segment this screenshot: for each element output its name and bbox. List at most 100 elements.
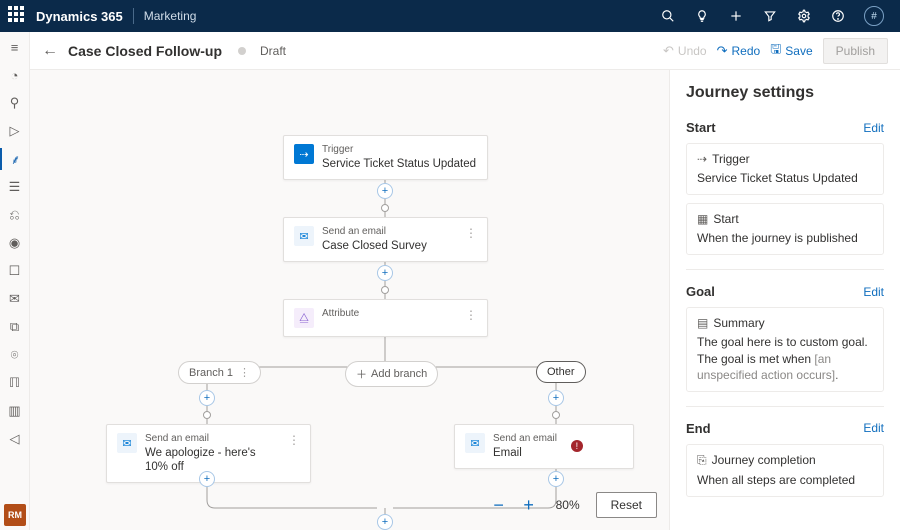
email-icon: ✉ (294, 226, 314, 246)
tile-name: Email (493, 446, 557, 460)
add-step-button[interactable]: + (199, 390, 215, 406)
product-brand: Dynamics 365 (36, 9, 123, 24)
zoom-out-button[interactable]: − (488, 494, 510, 516)
app-launcher-icon[interactable] (8, 6, 28, 26)
left-nav-rail: ≡ ◔ ⚲ ▷ ⸙ ☰ ⎌ ◉ ☐ ✉ ⧉ ⌾ ℿ ▥ ◁ RM (0, 32, 30, 530)
nav-flow-icon[interactable]: ⎌ (4, 204, 26, 226)
card-end[interactable]: ⎘Journey completion When all steps are c… (686, 444, 884, 497)
zoom-controls: − + 80% Reset (488, 492, 657, 518)
nav-hamburger-icon[interactable]: ≡ (4, 36, 26, 58)
idea-icon[interactable] (694, 8, 710, 24)
tile-caption: Send an email (145, 433, 274, 446)
nav-recent-icon[interactable]: ◔ (4, 64, 26, 86)
undo-button[interactable]: ↶Undo (663, 43, 707, 59)
zoom-percent: 80% (548, 498, 588, 512)
branch-label-text: Branch 1 (189, 367, 233, 379)
back-button[interactable]: ← (42, 42, 58, 60)
section-start-header: Start Edit (686, 120, 884, 135)
add-step-button[interactable]: + (377, 514, 393, 530)
terminal-node (552, 411, 560, 419)
nav-collapse-icon[interactable]: ◁ (4, 428, 26, 450)
add-step-button[interactable]: + (377, 183, 393, 199)
trigger-icon: ⇢ (697, 152, 707, 166)
panel-heading: Journey settings (686, 84, 884, 102)
nav-device-icon[interactable]: ⧉ (4, 316, 26, 338)
card-trigger[interactable]: ⇢Trigger Service Ticket Status Updated (686, 143, 884, 195)
edit-goal-link[interactable]: Edit (863, 285, 884, 299)
undo-icon: ↶ (663, 43, 674, 59)
tile-caption: Send an email (493, 433, 557, 446)
tile-menu-icon[interactable]: ⋮ (282, 433, 300, 447)
nav-mail-icon[interactable]: ✉ (4, 288, 26, 310)
filter-icon[interactable] (762, 8, 778, 24)
persona-badge[interactable]: RM (4, 504, 26, 526)
section-end-header: End Edit (686, 421, 884, 436)
edit-start-link[interactable]: Edit (863, 121, 884, 135)
redo-button[interactable]: ↷Redo (717, 43, 761, 59)
terminal-node (381, 286, 389, 294)
journey-canvas[interactable]: ⇢ Trigger Service Ticket Status Updated … (30, 70, 670, 530)
email-icon: ✉ (465, 433, 485, 453)
help-icon[interactable] (830, 8, 846, 24)
panel-divider (686, 269, 884, 270)
tile-caption: Send an email (322, 226, 427, 239)
terminal-node (381, 204, 389, 212)
attribute-icon: ⧋ (294, 308, 314, 328)
branch-label-pill[interactable]: Branch 1 ⋮ (178, 361, 261, 384)
card-goal-summary[interactable]: ▤Summary The goal here is to custom goal… (686, 307, 884, 392)
plus-icon: ＋ (356, 366, 367, 382)
tile-name: Case Closed Survey (322, 239, 427, 253)
zoom-in-button[interactable]: + (518, 494, 540, 516)
branch-other-pill[interactable]: Other (536, 361, 586, 383)
add-branch-button[interactable]: ＋ Add branch (345, 361, 438, 387)
tile-caption: Attribute (322, 308, 359, 321)
add-step-button[interactable]: + (548, 471, 564, 487)
card-start[interactable]: ▦Start When the journey is published (686, 203, 884, 255)
tile-email-survey[interactable]: ✉ Send an email Case Closed Survey ⋮ (283, 217, 488, 262)
section-title: End (686, 421, 711, 436)
journey-settings-panel: Journey settings Start Edit ⇢Trigger Ser… (670, 70, 900, 530)
search-icon[interactable] (660, 8, 676, 24)
section-title: Start (686, 120, 716, 135)
publish-button[interactable]: Publish (823, 38, 888, 64)
status-dot-icon (238, 47, 246, 55)
error-badge-icon[interactable]: ! (571, 440, 583, 452)
nav-library-icon[interactable]: ℿ (4, 372, 26, 394)
add-step-button[interactable]: + (199, 471, 215, 487)
nav-pin-icon[interactable]: ⚲ (4, 92, 26, 114)
zoom-reset-button[interactable]: Reset (596, 492, 657, 518)
nav-play-icon[interactable]: ▷ (4, 120, 26, 142)
app-name: Marketing (144, 9, 197, 23)
edit-end-link[interactable]: Edit (863, 421, 884, 435)
nav-journeys-icon[interactable]: ⸙ (0, 148, 30, 170)
add-icon[interactable] (728, 8, 744, 24)
panel-divider (686, 406, 884, 407)
tile-name: We apologize - here's 10% off (145, 446, 274, 475)
tile-menu-icon[interactable]: ⋮ (459, 308, 477, 322)
add-step-button[interactable]: + (377, 265, 393, 281)
tile-trigger[interactable]: ⇢ Trigger Service Ticket Status Updated (283, 135, 488, 180)
tile-email-generic[interactable]: ✉ Send an email Email ! (454, 424, 634, 469)
gear-icon[interactable] (796, 8, 812, 24)
section-goal-header: Goal Edit (686, 284, 884, 299)
nav-report-icon[interactable]: ▥ (4, 400, 26, 422)
journey-title: Case Closed Follow-up (68, 43, 222, 59)
global-top-bar: Dynamics 365 Marketing # (0, 0, 900, 32)
branch-menu-icon[interactable]: ⋮ (239, 366, 250, 379)
add-step-button[interactable]: + (548, 390, 564, 406)
nav-segments-icon[interactable]: ☰ (4, 176, 26, 198)
nav-form-icon[interactable]: ☐ (4, 260, 26, 282)
exit-icon: ⎘ (697, 453, 707, 468)
tile-attribute[interactable]: ⧋ Attribute ⋮ (283, 299, 488, 337)
save-button[interactable]: 🖫Save (770, 40, 812, 62)
tile-menu-icon[interactable]: ⋮ (459, 226, 477, 240)
section-title: Goal (686, 284, 715, 299)
brand-separator (133, 8, 134, 24)
status-label: Draft (260, 44, 286, 58)
terminal-node (203, 411, 211, 419)
top-bar-actions: # (660, 6, 892, 26)
nav-globe-icon[interactable]: ◉ (4, 232, 26, 254)
user-avatar[interactable]: # (864, 6, 884, 26)
nav-chat-icon[interactable]: ⌾ (4, 344, 26, 366)
calendar-icon: ▦ (697, 212, 708, 226)
